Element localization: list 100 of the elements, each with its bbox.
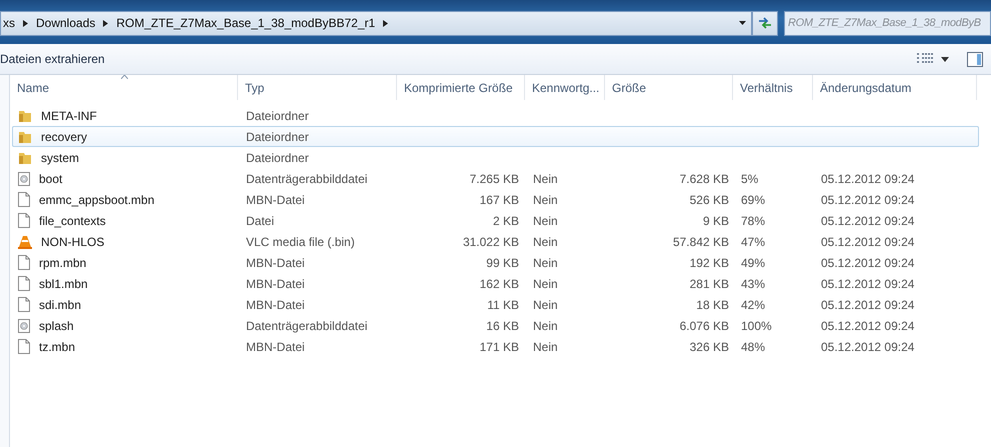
file-name: emmc_appsboot.mbn — [39, 192, 154, 208]
search-field[interactable]: ROM_ZTE_Z7Max_Base_1_38_modByB — [784, 10, 991, 36]
file-row[interactable]: boot Datenträgerabbilddatei 7.265 KB Nein 7.628 KB 5% 05.12.2012 09:24 — [12, 168, 979, 189]
file-size: 18 KB — [696, 298, 729, 312]
compressed-size: 11 KB — [487, 298, 519, 312]
file-row[interactable]: splash Datenträgerabbilddatei 16 KB Nein 6.076 KB 100% 05.12.2012 09:24 — [12, 315, 979, 336]
file-name: tz.mbn — [39, 338, 76, 356]
compression-ratio: 5% — [741, 172, 758, 186]
file-row[interactable]: META-INF Dateiordner — [12, 105, 979, 126]
modified-date: 05.12.2012 09:24 — [821, 318, 914, 332]
file-name: system — [41, 150, 80, 166]
file-name: sdi.mbn — [39, 296, 82, 314]
modified-date: 05.12.2012 09:24 — [821, 214, 914, 228]
file-name: META-INF — [41, 108, 97, 124]
file-type: Datei — [245, 212, 276, 230]
folder-icon — [18, 130, 32, 144]
file-row[interactable]: file_contexts Datei 2 KB Nein 9 KB 78% 05.12.2012 09:24 — [12, 210, 979, 231]
modified-date: 05.12.2012 09:24 — [821, 234, 914, 248]
compression-ratio: 42% — [741, 298, 766, 312]
password-protected: Nein — [533, 298, 558, 312]
file-size: 281 KB — [690, 276, 729, 290]
breadcrumb[interactable]: ROM_ZTE_Z7Max_Base_1_38_modByBB72_r1 — [116, 14, 376, 32]
password-protected: Nein — [533, 172, 558, 186]
modified-date: 05.12.2012 09:24 — [821, 340, 914, 354]
password-protected: Nein — [533, 340, 558, 354]
compressed-size: 2 KB — [492, 214, 519, 228]
file-row[interactable]: system Dateiordner — [12, 147, 979, 168]
password-protected: Nein — [533, 276, 558, 290]
file-row[interactable]: rpm.mbn MBN-Datei 99 KB Nein 192 KB 49% 05.12.2012 09:24 — [12, 252, 979, 273]
compressed-size: 7.265 KB — [470, 172, 519, 186]
file-icon — [18, 276, 30, 291]
file-type: VLC media file (.bin) — [245, 234, 356, 250]
file-type: MBN-Datei — [245, 296, 306, 314]
column-header[interactable]: Größe — [605, 75, 733, 100]
compressed-size: 99 KB — [486, 256, 519, 270]
column-header[interactable]: Name — [10, 75, 238, 100]
file-size: 7.628 KB — [680, 172, 729, 186]
breadcrumb[interactable]: Downloads — [36, 14, 96, 32]
password-protected: Nein — [533, 214, 558, 228]
compression-ratio: 78% — [741, 214, 766, 228]
compressed-size: 167 KB — [480, 192, 519, 206]
compressed-size: 16 KB — [486, 318, 519, 332]
modified-date: 05.12.2012 09:24 — [821, 256, 914, 270]
file-size: 57.842 KB — [672, 234, 729, 248]
folder-icon — [18, 108, 32, 122]
file-row[interactable]: emmc_appsboot.mbn MBN-Datei 167 KB Nein 526 KB 69% 05.12.2012 09:24 — [12, 189, 979, 210]
folder-icon — [18, 150, 32, 164]
dropdown-caret-icon[interactable] — [941, 56, 949, 62]
address-field[interactable]: xs Downloads ROM_ZTE_Z7Max_Base_1_38_modByBB72_r1 — [0, 10, 752, 36]
refresh-button[interactable] — [752, 10, 778, 36]
file-type: Datenträgerabbilddatei — [245, 318, 368, 334]
file-icon — [18, 192, 30, 207]
file-size: 6.076 KB — [680, 318, 729, 332]
compression-ratio: 47% — [741, 234, 766, 248]
file-type: Dateiordner — [245, 128, 310, 146]
file-row[interactable]: sbl1.mbn MBN-Datei 162 KB Nein 281 KB 43% 05.12.2012 09:24 — [12, 273, 979, 294]
file-row[interactable]: sdi.mbn MBN-Datei 11 KB Nein 18 KB 42% 05.12.2012 09:24 — [12, 294, 979, 315]
compression-ratio: 100% — [741, 318, 772, 332]
file-type: MBN-Datei — [245, 276, 306, 292]
compressed-size: 171 KB — [480, 340, 519, 354]
extract-button[interactable]: Dateien extrahieren — [0, 47, 105, 71]
disc-file-icon — [18, 318, 30, 332]
file-row[interactable]: tz.mbn MBN-Datei 171 KB Nein 326 KB 48% 05.12.2012 09:24 — [12, 336, 979, 357]
compressed-size: 31.022 KB — [462, 234, 519, 248]
file-row[interactable]: NON-HLOS VLC media file (.bin) 31.022 KB Nein 57.842 KB 47% 05.12.2012 09:24 — [12, 231, 979, 252]
file-type: Dateiordner — [245, 150, 310, 166]
compressed-size: 162 KB — [480, 276, 519, 290]
password-protected: Nein — [533, 256, 558, 270]
compression-ratio: 43% — [741, 276, 766, 290]
file-name: boot — [39, 170, 62, 188]
column-header[interactable]: Verhältnis — [733, 75, 813, 100]
file-name: splash — [39, 318, 74, 334]
dropdown-caret-icon[interactable] — [739, 21, 746, 25]
compression-ratio: 49% — [741, 256, 766, 270]
chevron-icon — [383, 20, 388, 26]
file-type: MBN-Datei — [245, 254, 306, 272]
breadcrumb[interactable]: xs — [3, 14, 15, 32]
file-type: Dateiordner — [245, 108, 310, 124]
refresh-icon — [758, 17, 772, 29]
chevron-icon — [23, 20, 28, 26]
file-row[interactable]: recovery Dateiordner — [12, 126, 979, 147]
traffic-cone-icon — [18, 234, 32, 248]
modified-date: 05.12.2012 09:24 — [821, 276, 914, 290]
sort-ascending-icon — [121, 75, 128, 79]
file-type: MBN-Datei — [245, 192, 306, 208]
column-header[interactable]: Komprimierte Größe — [397, 75, 525, 100]
password-protected: Nein — [533, 192, 558, 206]
file-icon — [18, 213, 30, 228]
compression-ratio: 48% — [741, 340, 766, 354]
disc-file-icon — [18, 172, 30, 186]
column-header[interactable]: Kennwortg... — [525, 75, 605, 100]
file-size: 192 KB — [690, 256, 729, 270]
password-protected: Nein — [533, 318, 558, 332]
file-name: NON-HLOS — [41, 234, 104, 250]
file-name: recovery — [41, 128, 88, 146]
column-header[interactable]: Änderungsdatum — [813, 75, 977, 100]
view-options-icon[interactable] — [917, 53, 933, 65]
column-header[interactable]: Typ — [238, 75, 397, 100]
preview-pane-icon[interactable] — [967, 52, 983, 66]
file-size: 326 KB — [690, 340, 729, 354]
